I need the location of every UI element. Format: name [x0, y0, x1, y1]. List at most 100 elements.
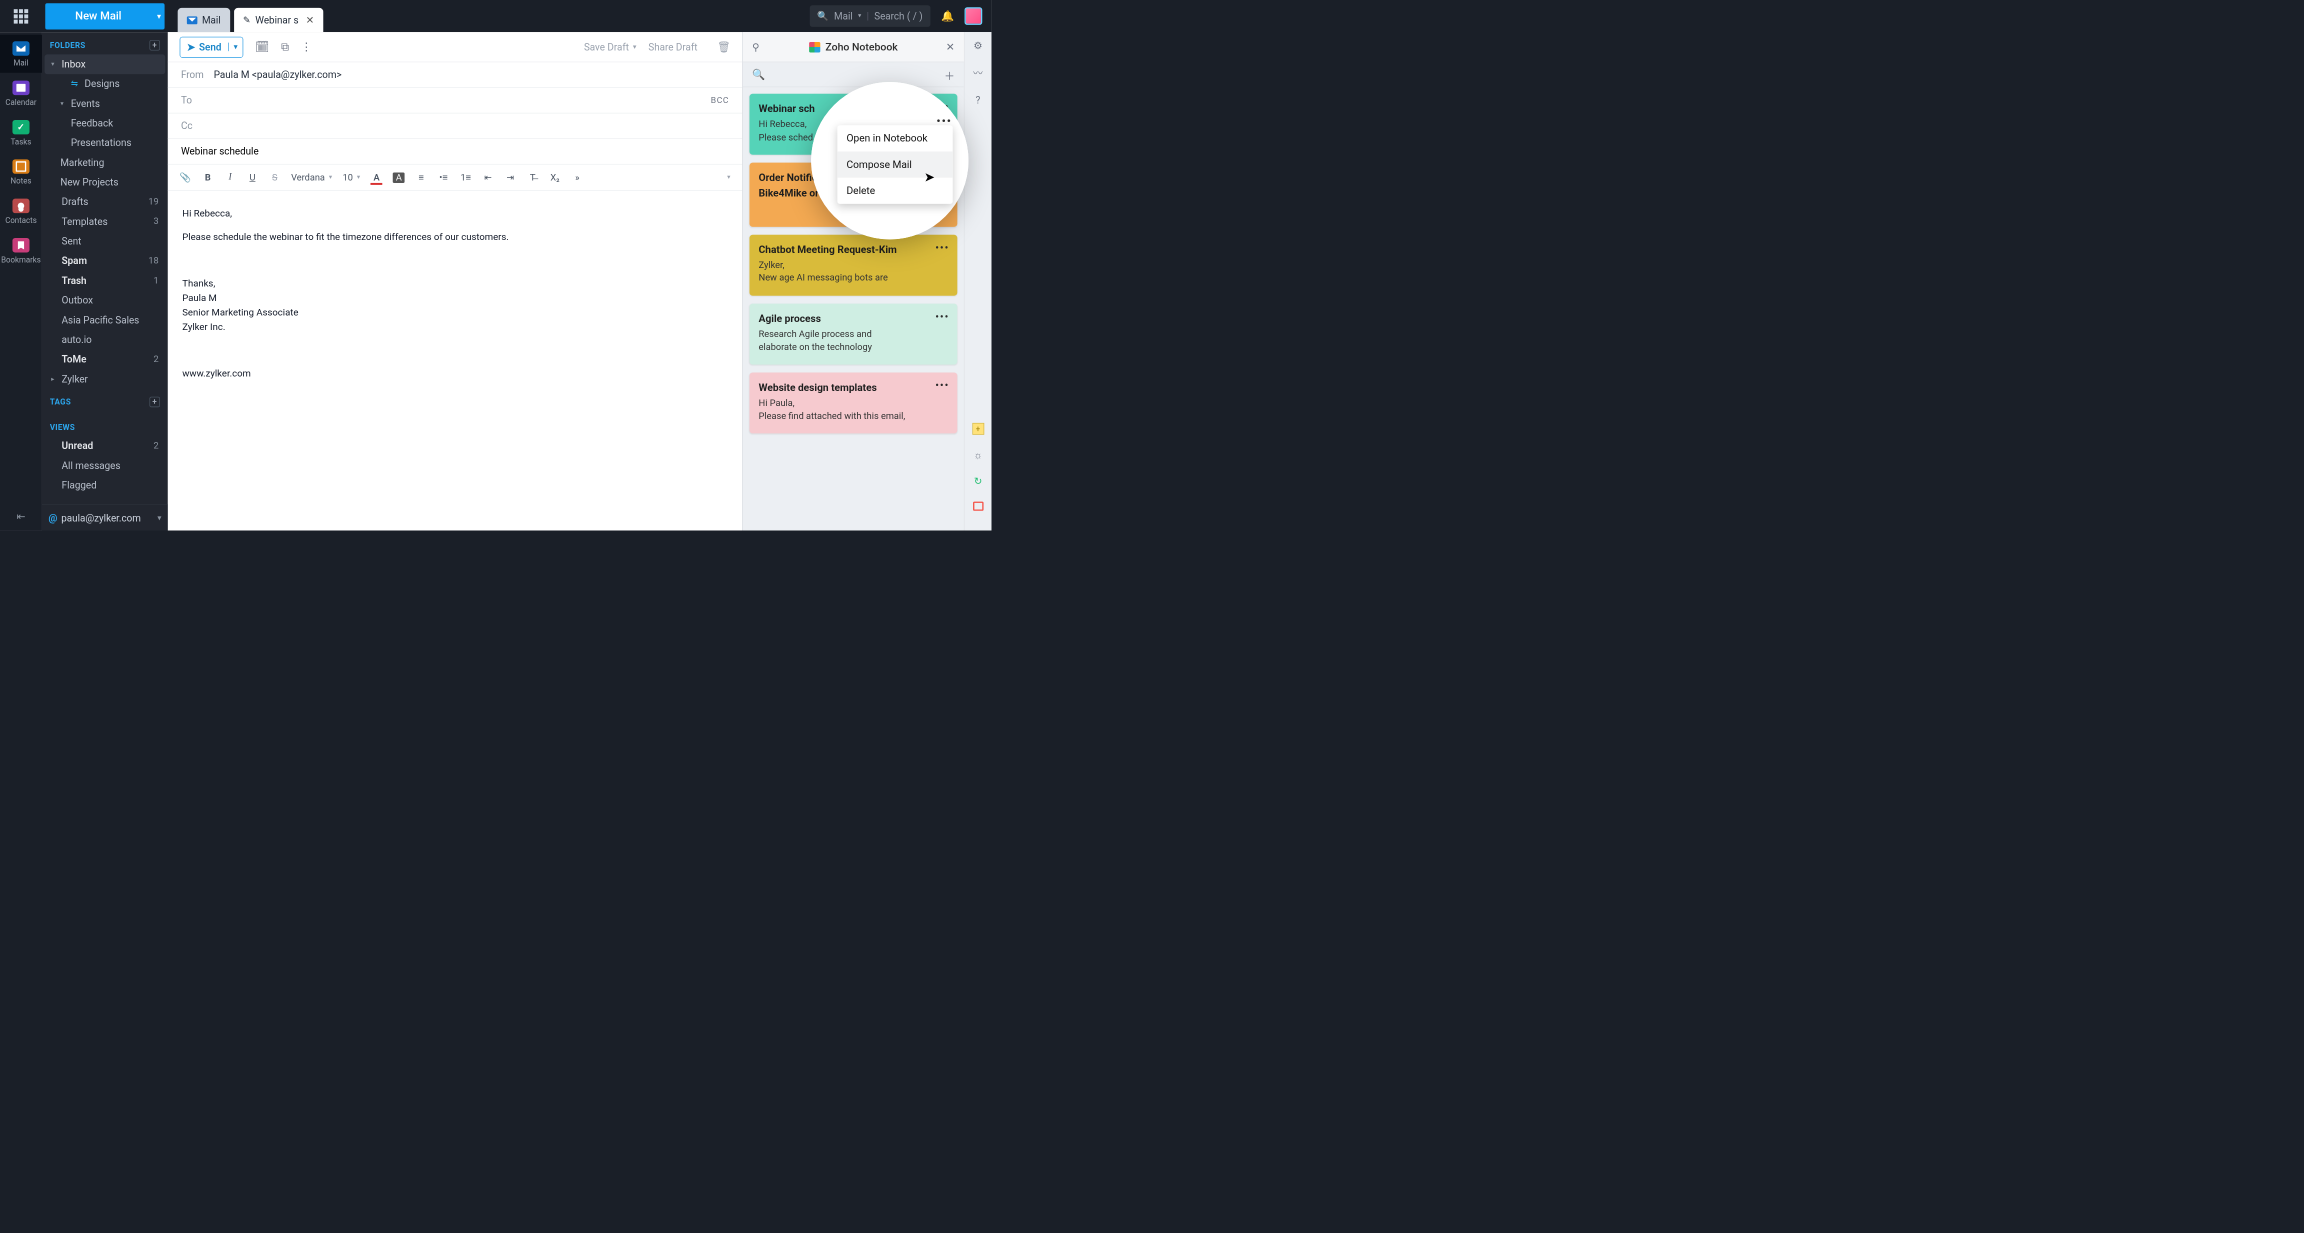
tab-compose-label: Webinar s — [255, 14, 298, 26]
folder-inbox[interactable]: ▾Inbox — [45, 54, 166, 74]
note-card[interactable]: •••Website design templatesHi Paula,Plea… — [749, 373, 957, 434]
folder-asia[interactable]: Asia Pacific Sales — [45, 310, 166, 330]
card-more-icon[interactable]: ••• — [935, 380, 949, 390]
card-more-icon[interactable]: ••• — [936, 115, 952, 127]
font-family-select[interactable]: Verdana▾ — [291, 172, 332, 182]
rail-calendar[interactable]: Calendar — [0, 74, 42, 112]
clear-format-icon[interactable]: T̶ — [527, 172, 539, 183]
folder-trash[interactable]: Trash1 — [45, 271, 166, 291]
save-draft-button[interactable]: Save Draft▾ — [584, 41, 637, 53]
folder-marketing[interactable]: Marketing — [45, 153, 166, 173]
folder-auto[interactable]: auto.io — [45, 330, 166, 350]
bcc-toggle[interactable]: BCC — [711, 95, 729, 105]
share-draft-button[interactable]: Share Draft — [648, 41, 697, 53]
discard-icon[interactable]: 🗑 — [717, 41, 730, 53]
folder-drafts[interactable]: Drafts19 — [45, 192, 166, 212]
collapse-rail-icon[interactable]: ⇤ — [17, 502, 26, 530]
note-card[interactable]: •••Agile processResearch Agile process a… — [749, 304, 957, 365]
notebook-icon — [809, 42, 820, 52]
subject-field[interactable] — [168, 139, 742, 165]
global-search[interactable]: 🔍 Mail▾ | Search ( / ) — [810, 5, 931, 27]
card-more-icon[interactable]: ••• — [935, 242, 949, 252]
apps-launcher[interactable] — [0, 9, 42, 23]
tab-compose[interactable]: ✎ Webinar s ✕ — [234, 8, 323, 32]
from-field: FromPaula M <paula@zylker.com> — [168, 62, 742, 88]
chevron-down-icon: ▾ — [51, 61, 58, 68]
folder-sent[interactable]: Sent — [45, 231, 166, 251]
sticky-note-icon[interactable] — [972, 423, 984, 435]
font-size-select[interactable]: 10▾ — [343, 172, 361, 182]
close-panel-icon[interactable]: ✕ — [946, 41, 955, 53]
folder-templates[interactable]: Templates3 — [45, 212, 166, 232]
send-options-chevron-icon[interactable]: ▾ — [228, 43, 243, 52]
align-icon[interactable]: ≡ — [415, 172, 427, 183]
notebook-search-icon[interactable]: 🔍 — [752, 68, 765, 80]
rail-bookmarks[interactable]: Bookmarks — [0, 231, 42, 269]
plugin-icon[interactable]: ⚲ — [752, 41, 759, 53]
rail-mail[interactable]: Mail — [0, 35, 42, 73]
collapse-toolbar-icon[interactable]: ▾ — [727, 174, 730, 181]
folder-new-projects[interactable]: New Projects — [45, 172, 166, 192]
bullet-list-icon[interactable]: •≡ — [438, 172, 450, 183]
account-switcher[interactable]: @ paula@zylker.com ▾ — [42, 504, 168, 530]
notes-icon — [12, 159, 29, 173]
number-list-icon[interactable]: 1≡ — [460, 172, 472, 183]
settings-icon[interactable]: ⚙ — [974, 40, 983, 52]
popout-icon[interactable]: ⧉ — [281, 40, 289, 53]
view-all[interactable]: All messages — [45, 456, 166, 476]
text-color-icon[interactable]: A — [371, 172, 383, 182]
send-button[interactable]: ➤Send ▾ — [180, 36, 244, 57]
folder-designs[interactable]: ⇋Designs — [45, 74, 166, 94]
folder-outbox[interactable]: Outbox — [45, 290, 166, 310]
refresh-icon[interactable]: ↻ — [974, 475, 982, 487]
view-flagged[interactable]: Flagged — [45, 475, 166, 495]
more-format-icon[interactable]: » — [571, 172, 583, 182]
underline-icon[interactable]: U — [247, 172, 259, 182]
folder-tome[interactable]: ToMe2 — [45, 349, 166, 369]
tab-mail[interactable]: Mail — [178, 8, 230, 32]
rail-notes[interactable]: Notes — [0, 153, 42, 191]
card-more-icon[interactable]: ••• — [935, 311, 949, 321]
notifications-icon[interactable]: 🔔 — [941, 10, 954, 22]
extensions-icon[interactable]: 〰 — [973, 66, 983, 80]
close-icon[interactable]: ✕ — [306, 14, 314, 26]
indent-icon[interactable]: ⇥ — [504, 172, 516, 182]
folder-events[interactable]: ▾Events — [45, 94, 166, 114]
bookmarks-icon — [12, 238, 29, 252]
more-vertical-icon[interactable]: ⋮ — [301, 40, 312, 53]
help-icon[interactable]: ? — [976, 94, 981, 106]
send-icon: ➤ — [187, 41, 195, 53]
subject-input[interactable] — [181, 146, 729, 158]
note-card[interactable]: •••Chatbot Meeting Request-KimZylker,New… — [749, 235, 957, 296]
rail-label: Calendar — [5, 98, 36, 107]
folder-presentations[interactable]: Presentations — [45, 133, 166, 153]
add-tag-icon[interactable]: + — [149, 397, 159, 407]
folder-feedback[interactable]: Feedback — [45, 113, 166, 133]
email-body[interactable]: Hi Rebecca, Please schedule the webinar … — [168, 191, 742, 531]
subscript-icon[interactable]: X₂ — [549, 172, 561, 182]
rail-contacts[interactable]: Contacts — [0, 192, 42, 230]
attach-icon[interactable]: 📎 — [180, 172, 192, 182]
chevron-down-icon: ▾ — [329, 174, 332, 181]
brightness-icon[interactable]: ☼ — [973, 449, 982, 461]
add-note-icon[interactable]: ＋ — [944, 67, 955, 83]
strike-icon[interactable]: S — [269, 172, 281, 182]
schedule-icon[interactable]: 🗓 — [255, 40, 269, 53]
folder-zylker[interactable]: ▸Zylker — [45, 369, 166, 389]
to-field[interactable]: ToBCC — [168, 88, 742, 114]
cc-field[interactable]: Cc — [168, 113, 742, 139]
menu-open-in-notebook[interactable]: Open in Notebook — [837, 125, 952, 151]
view-unread[interactable]: Unread2 — [45, 436, 166, 456]
italic-icon[interactable]: I — [224, 172, 236, 182]
folder-spam[interactable]: Spam18 — [45, 251, 166, 271]
chat-icon[interactable] — [973, 502, 983, 511]
menu-compose-mail[interactable]: Compose Mail — [837, 151, 952, 177]
new-mail-button[interactable]: New Mail ▾ — [45, 3, 164, 29]
highlight-icon[interactable]: A — [393, 172, 405, 182]
add-folder-icon[interactable]: + — [149, 40, 159, 50]
menu-delete[interactable]: Delete — [837, 178, 952, 204]
outdent-icon[interactable]: ⇤ — [482, 172, 494, 182]
user-avatar[interactable] — [965, 7, 983, 25]
bold-icon[interactable]: B — [202, 172, 214, 182]
rail-tasks[interactable]: Tasks — [0, 113, 42, 151]
